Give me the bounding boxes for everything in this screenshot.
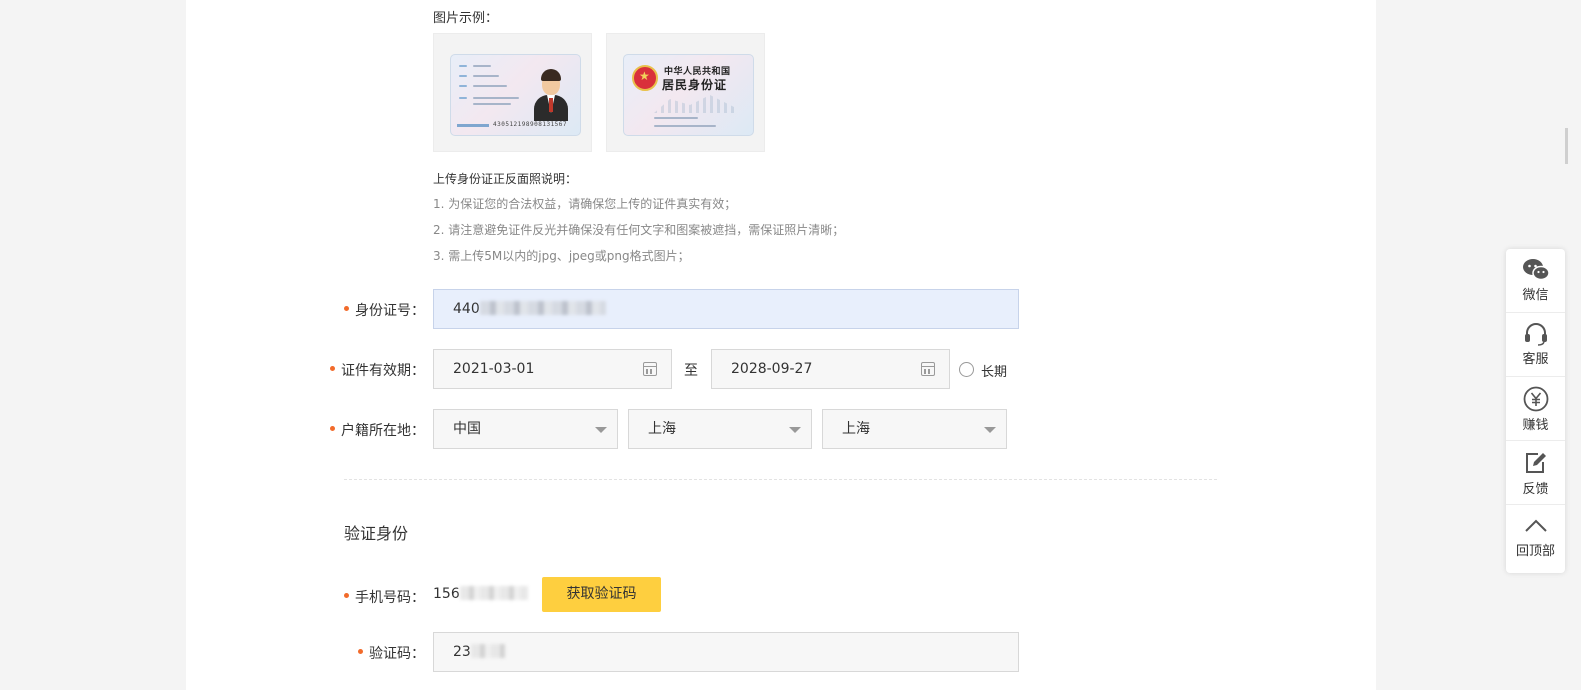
sidebar-item-wechat[interactable]: 微信 bbox=[1506, 249, 1565, 313]
sidebar-item-customer-service[interactable]: 客服 bbox=[1506, 313, 1565, 377]
sidebar-item-feedback[interactable]: 反馈 bbox=[1506, 441, 1565, 505]
id-card-back-example: ★ 中华人民共和国 居民身份证 bbox=[606, 33, 765, 152]
long-term-label: 长期 bbox=[981, 365, 1008, 380]
chevron-down-icon bbox=[789, 427, 801, 433]
required-dot bbox=[358, 649, 363, 654]
national-emblem-icon: ★ bbox=[632, 65, 658, 91]
great-wall-graphic bbox=[654, 95, 734, 113]
id-card-front-image: 430512198908131567 bbox=[450, 54, 581, 136]
sidebar-item-label: 赚钱 bbox=[1522, 418, 1549, 433]
required-dot bbox=[344, 306, 349, 311]
instruction-item: 3. 需上传5M以内的jpg、jpeg或png格式图片； bbox=[433, 249, 690, 263]
instruction-item: 1. 为保证您的合法权益，请确保您上传的证件真实有效； bbox=[433, 197, 737, 211]
calendar-icon[interactable] bbox=[921, 362, 935, 376]
sidebar-item-label: 微信 bbox=[1522, 288, 1549, 303]
portrait-avatar bbox=[534, 67, 568, 121]
required-dot bbox=[330, 426, 335, 431]
id-number-label: 身份证号： bbox=[344, 300, 425, 320]
example-label: 图片示例： bbox=[433, 11, 499, 26]
validity-end-date-input[interactable]: 2028-09-27 bbox=[711, 349, 950, 389]
long-term-radio[interactable] bbox=[959, 362, 974, 377]
get-verification-code-button[interactable]: 获取验证码 bbox=[542, 577, 661, 612]
chevron-up-icon bbox=[1524, 519, 1547, 532]
chevron-down-icon bbox=[595, 427, 607, 433]
section-divider bbox=[344, 479, 1217, 480]
id-card-back-title-2: 居民身份证 bbox=[662, 78, 728, 92]
upload-instructions-title: 上传身份证正反面照说明： bbox=[433, 172, 578, 186]
sidebar-item-back-to-top[interactable]: 回顶部 bbox=[1506, 505, 1565, 569]
yuan-icon bbox=[1523, 386, 1548, 412]
required-dot bbox=[330, 366, 335, 371]
phone-label: 手机号码： bbox=[344, 587, 425, 607]
code-label: 验证码： bbox=[358, 643, 425, 663]
masked-value bbox=[459, 586, 528, 600]
sidebar-item-label: 回顶部 bbox=[1515, 544, 1555, 559]
masked-value bbox=[479, 301, 606, 315]
headset-icon bbox=[1524, 323, 1547, 346]
wechat-icon bbox=[1522, 259, 1550, 281]
sidebar-item-label: 客服 bbox=[1522, 352, 1549, 367]
instruction-item: 2. 请注意避免证件反光并确保没有任何文字和图案被遮挡，需保证照片清晰； bbox=[433, 223, 845, 237]
verify-section-title: 验证身份 bbox=[344, 524, 409, 543]
required-dot bbox=[344, 593, 349, 598]
province-select[interactable]: 上海 bbox=[628, 409, 812, 449]
country-select[interactable]: 中国 bbox=[433, 409, 618, 449]
residence-label: 户籍所在地： bbox=[330, 420, 425, 440]
id-card-number: 430512198908131567 bbox=[493, 121, 568, 128]
validity-start-date-input[interactable]: 2021-03-01 bbox=[433, 349, 672, 389]
sidebar-item-label: 反馈 bbox=[1522, 482, 1549, 497]
masked-value bbox=[470, 644, 505, 658]
scrollbar-thumb[interactable] bbox=[1565, 128, 1568, 164]
chevron-down-icon bbox=[984, 427, 996, 433]
floating-sidebar: 微信 客服 赚钱 反馈 回顶部 bbox=[1506, 249, 1565, 573]
city-select[interactable]: 上海 bbox=[822, 409, 1007, 449]
id-card-front-example: 430512198908131567 bbox=[433, 33, 592, 152]
id-number-input[interactable]: 440 bbox=[433, 289, 1019, 329]
validity-label: 证件有效期： bbox=[330, 360, 425, 380]
calendar-icon[interactable] bbox=[643, 362, 657, 376]
edit-icon bbox=[1525, 453, 1546, 473]
verification-code-input[interactable]: 23 bbox=[433, 632, 1019, 672]
sidebar-item-earn-money[interactable]: 赚钱 bbox=[1506, 377, 1565, 441]
date-range-separator: 至 bbox=[684, 363, 698, 379]
phone-number-value: 156 bbox=[433, 586, 528, 602]
id-card-back-image: ★ 中华人民共和国 居民身份证 bbox=[623, 54, 754, 136]
